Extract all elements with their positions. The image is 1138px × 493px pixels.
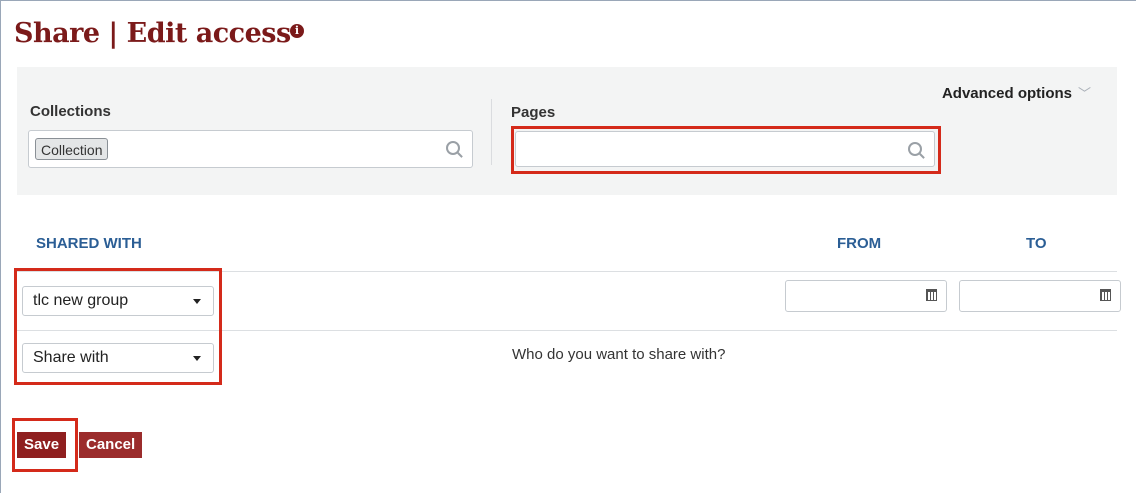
highlight-group-selects [14,268,222,385]
highlight-pages-input [511,126,941,174]
cancel-button[interactable]: Cancel [79,432,143,458]
column-divider [491,99,492,165]
column-header-shared-with: SHARED WITH [36,235,142,252]
column-header-from: FROM [837,235,882,252]
highlight-save-button [12,418,78,472]
advanced-options-toggle[interactable]: Advanced options ﹀ [942,83,1091,102]
page-title: Share | Edit access [14,18,291,49]
search-icon [446,141,460,155]
collections-label: Collections [30,103,111,120]
info-icon[interactable]: i [290,24,304,38]
calendar-icon[interactable] [926,289,937,301]
pages-label: Pages [511,104,556,121]
advanced-options-label: Advanced options [941,85,1072,102]
collection-tag[interactable]: Collection [35,138,109,160]
to-date-input[interactable] [959,280,1121,312]
share-with-hint: Who do you want to share with? [512,346,726,363]
calendar-icon[interactable] [1100,289,1111,301]
from-date-input[interactable] [785,280,947,312]
chevron-down-icon: ﹀ [1077,86,1091,101]
column-header-to: TO [1026,235,1047,252]
collections-input[interactable]: Collection [28,130,473,168]
